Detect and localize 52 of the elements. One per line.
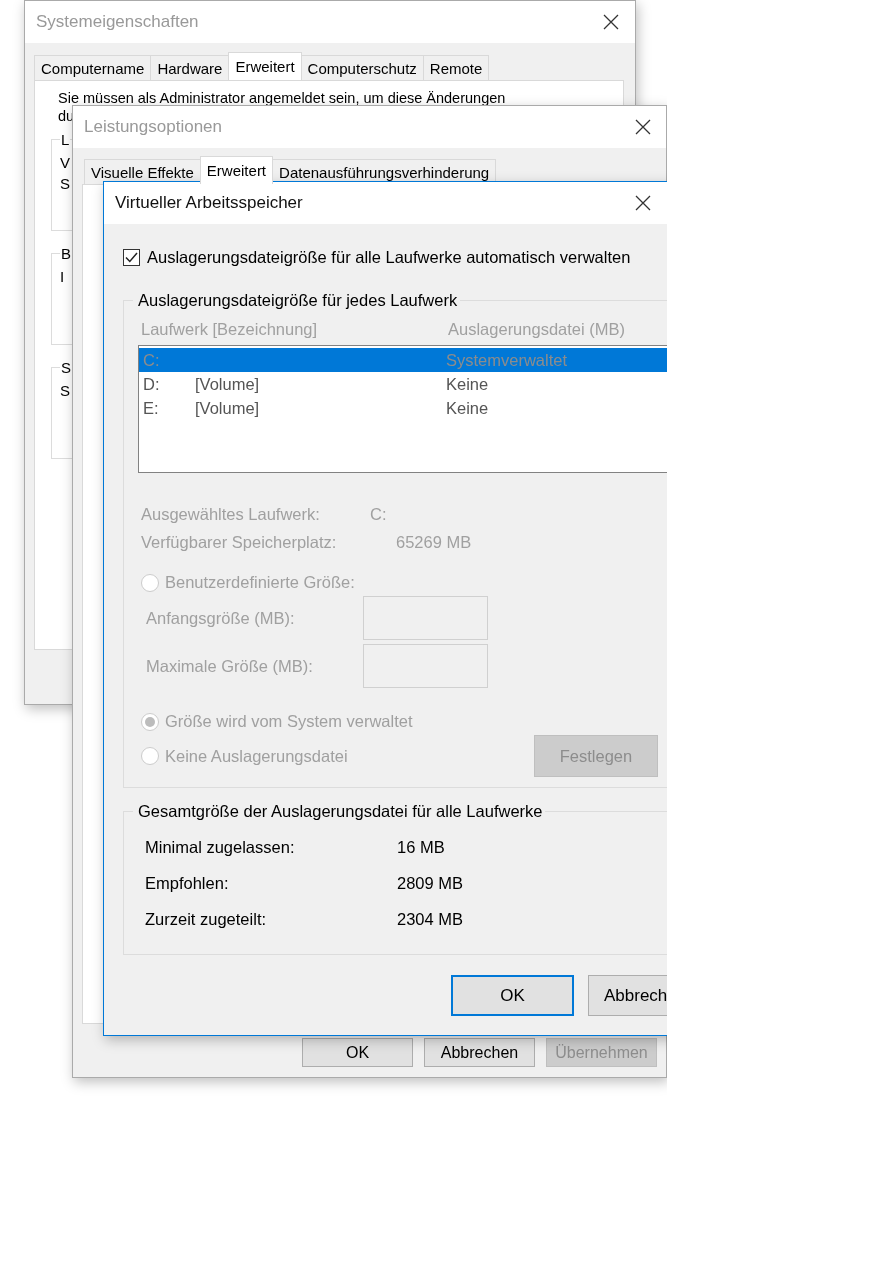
window-title: Virtueller Arbeitsspeicher (115, 193, 303, 213)
total-value: 2809 MB (397, 874, 464, 893)
field-label: Maximale Größe (MB): (146, 656, 314, 676)
group-title: S (60, 359, 72, 376)
field-label: Anfangsgröße (MB): (146, 608, 296, 628)
info-value: 65269 MB (396, 535, 472, 549)
drive-letter: E: (143, 398, 160, 418)
dialog-button[interactable]: Abbrech (588, 975, 667, 1016)
group-text: I (60, 267, 65, 287)
total-value: 2304 MB (397, 910, 464, 929)
group-text: S (60, 174, 70, 194)
group-text: S (60, 381, 70, 401)
close-icon[interactable] (635, 119, 651, 135)
checkbox-label: Auslagerungsdateigröße für alle Laufwerke automatisch verwalten (147, 248, 631, 267)
page-file-size: Keine (446, 398, 489, 418)
checkbox[interactable] (123, 249, 140, 266)
radio-label: Größe wird vom System verwaltet (165, 712, 413, 731)
info-value: C: (370, 507, 387, 521)
radio-label: Benutzerdefinierte Größe: (165, 573, 355, 592)
total-label: Zurzeit zugeteilt: (144, 910, 268, 929)
group-title: Gesamtgröße der Auslagerungsdatei für alle Laufwerke (137, 802, 544, 821)
group-title: Auslagerungsdateigröße für jedes Laufwerk (137, 291, 459, 310)
group-title: B (60, 245, 72, 262)
notice-text: Sie müssen als Administrator angemeldet sein, um diese Änderungen (58, 89, 506, 107)
info-label: Verfügbarer Speicherplatz: (141, 535, 338, 549)
info-label: Ausgewähltes Laufwerk: (141, 507, 321, 521)
drive-label: [Volume] (195, 398, 260, 417)
drive-letter: D: (143, 374, 161, 394)
page-file-size: Systemverwaltet (446, 350, 568, 370)
dialog-button[interactable]: OK (451, 975, 574, 1016)
radio-label: Keine Auslagerungsdatei (165, 746, 348, 766)
close-icon[interactable] (603, 14, 619, 30)
drive-letter: C: (143, 350, 161, 370)
tab[interactable]: Computerschutz (300, 55, 424, 80)
column-header: Auslagerungsdatei (MB) (448, 320, 625, 339)
page-file-size: Keine (446, 374, 489, 394)
tab[interactable]: Erweitert (228, 52, 302, 80)
window-title: Leistungsoptionen (84, 117, 222, 137)
group-title: L (60, 131, 71, 148)
close-icon[interactable] (635, 195, 651, 211)
group-text: V (60, 153, 70, 173)
tab[interactable]: Erweitert (199, 156, 274, 184)
tab[interactable]: Remote (422, 55, 490, 80)
tab[interactable]: Computername (34, 55, 152, 80)
window-title: Systemeigenschaften (36, 12, 199, 32)
dialog-button[interactable]: Abbrechen (424, 1038, 535, 1067)
total-label: Empfohlen: (144, 874, 230, 893)
drive-label: [Volume] (195, 374, 260, 393)
column-header: Laufwerk [Bezeichnung] (141, 320, 319, 339)
total-value: 16 MB (397, 838, 445, 857)
total-label: Minimal zugelassen: (144, 838, 296, 857)
dialog-button[interactable]: OK (302, 1038, 413, 1067)
